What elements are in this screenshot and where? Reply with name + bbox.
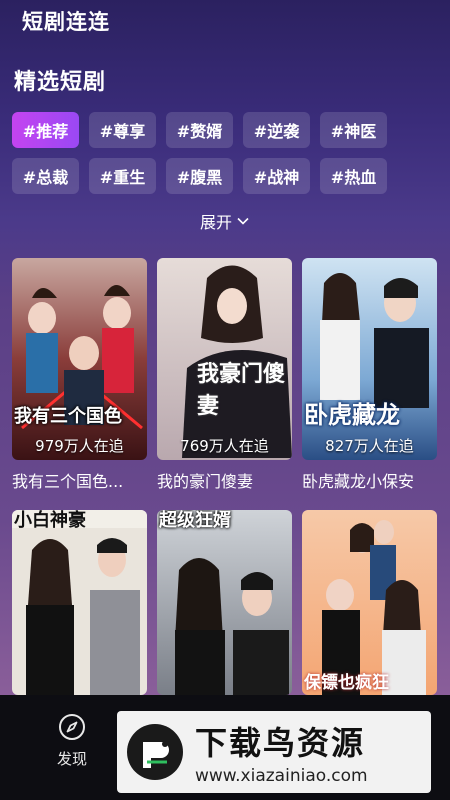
drama-title: 卧虎藏龙小保安: [302, 472, 415, 491]
watermark-url: www.xiazainiao.com: [195, 766, 368, 786]
nav-discover-label: 发现: [56, 750, 87, 768]
chevron-down-icon: [237, 217, 249, 225]
tag-premium[interactable]: #尊享: [89, 112, 156, 148]
tag-comeback[interactable]: #逆袭: [243, 112, 310, 148]
drama-poster[interactable]: 我豪门傻妻 769万人在追: [157, 258, 292, 460]
poster-image: [12, 258, 147, 460]
expand-button[interactable]: 展开: [0, 209, 450, 233]
drama-title: 我有三个国色...: [12, 472, 124, 491]
drama-poster[interactable]: 保镖也疯狂: [302, 510, 437, 695]
view-count: 769万人在追: [180, 437, 269, 455]
tag-recommend[interactable]: #推荐: [12, 112, 79, 148]
poster-image: [157, 510, 292, 695]
tag-son-in-law[interactable]: #赘婿: [166, 112, 233, 148]
drama-card[interactable]: 我有三个国色 979万人在追 我有三个国色...: [12, 258, 147, 492]
poster-title: 卧虎藏龙: [304, 401, 400, 429]
tag-doctor[interactable]: #神医: [320, 112, 387, 148]
poster-title: 保镖也疯狂: [304, 673, 389, 693]
drama-poster[interactable]: 我有三个国色 979万人在追: [12, 258, 147, 460]
tag-war-god[interactable]: #战神: [243, 158, 310, 194]
watermark-title: 下载鸟资源: [195, 724, 366, 762]
tag-scheming[interactable]: #腹黑: [166, 158, 233, 194]
watermark-overlay: 下载鸟资源 www.xiazainiao.com: [117, 711, 431, 793]
drama-card[interactable]: 小白神豪: [12, 510, 147, 695]
poster-title: 我有三个国色: [14, 406, 122, 427]
drama-card[interactable]: 我豪门傻妻 769万人在追 我的豪门傻妻: [157, 258, 292, 492]
bird-logo-icon: [127, 724, 183, 780]
nav-discover[interactable]: 发现: [46, 712, 98, 769]
tag-passion[interactable]: #热血: [320, 158, 387, 194]
tag-rebirth[interactable]: #重生: [89, 158, 156, 194]
expand-label: 展开: [199, 213, 232, 232]
drama-poster[interactable]: 小白神豪: [12, 510, 147, 695]
drama-card[interactable]: 卧虎藏龙 827万人在追 卧虎藏龙小保安: [302, 258, 437, 492]
app-title: 短剧连连: [22, 10, 110, 34]
view-count: 979万人在追: [35, 437, 124, 455]
drama-poster[interactable]: 卧虎藏龙 827万人在追: [302, 258, 437, 460]
tag-ceo[interactable]: #总裁: [12, 158, 79, 194]
view-count: 827万人在追: [325, 437, 414, 455]
poster-title: 小白神豪: [14, 510, 86, 531]
drama-title: 我的豪门傻妻: [157, 472, 254, 491]
poster-title: 我豪门傻妻: [197, 361, 286, 419]
drama-poster[interactable]: 超级狂婿: [157, 510, 292, 695]
section-title: 精选短剧: [14, 70, 107, 95]
poster-image: [12, 510, 147, 695]
drama-card[interactable]: 保镖也疯狂: [302, 510, 437, 695]
drama-card[interactable]: 超级狂婿: [157, 510, 292, 695]
compass-icon: [59, 714, 85, 740]
drama-grid: 我有三个国色 979万人在追 我有三个国色... 我豪门傻妻 769万人在追 我…: [12, 258, 442, 695]
poster-title: 超级狂婿: [159, 510, 231, 531]
genre-tag-list: #推荐 #尊享 #赘婿 #逆袭 #神医 #总裁 #重生 #腹黑 #战神 #热血: [12, 112, 442, 194]
